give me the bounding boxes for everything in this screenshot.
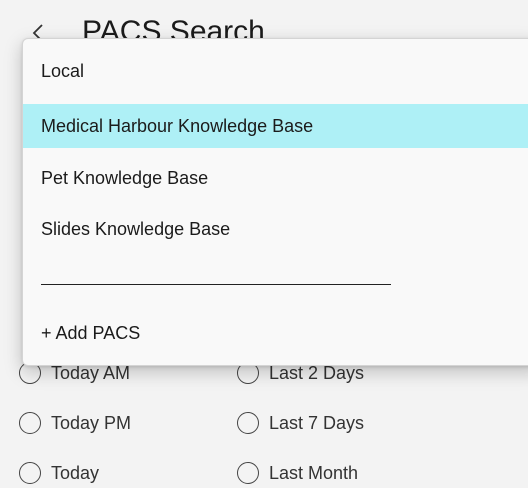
dropdown-item-label: Slides Knowledge Base	[41, 218, 231, 239]
radio-last-7-days[interactable]: Last 7 Days	[237, 408, 364, 438]
radio-label: Last 7 Days	[269, 412, 365, 433]
radio-label: Today PM	[51, 412, 132, 433]
radio-circle-icon	[237, 462, 259, 484]
radio-circle-icon	[19, 462, 41, 484]
radio-label: Today	[51, 462, 100, 483]
radio-today[interactable]: Today	[19, 458, 99, 488]
menu-separator	[41, 284, 391, 285]
radio-label: Last Month	[269, 462, 359, 483]
dropdown-item-label: Medical Harbour Knowledge Base	[41, 115, 314, 136]
add-pacs-button[interactable]: + Add PACS	[23, 311, 528, 355]
radio-circle-icon	[237, 412, 259, 434]
dropdown-item-medical-harbour[interactable]: Medical Harbour Knowledge Base	[23, 104, 528, 148]
dropdown-item-pet[interactable]: Pet Knowledge Base	[23, 156, 528, 200]
radio-today-pm[interactable]: Today PM	[19, 408, 131, 438]
dropdown-item-label: Pet Knowledge Base	[41, 167, 209, 188]
dropdown-item-label: Local	[41, 60, 85, 81]
radio-circle-icon	[19, 412, 41, 434]
dropdown-item-local[interactable]: Local	[23, 49, 528, 93]
pacs-dropdown-menu: Local Medical Harbour Knowledge Base Pet…	[22, 38, 528, 366]
add-pacs-label: + Add PACS	[41, 322, 141, 343]
dropdown-item-slides[interactable]: Slides Knowledge Base	[23, 207, 528, 251]
radio-last-month[interactable]: Last Month	[237, 458, 358, 488]
